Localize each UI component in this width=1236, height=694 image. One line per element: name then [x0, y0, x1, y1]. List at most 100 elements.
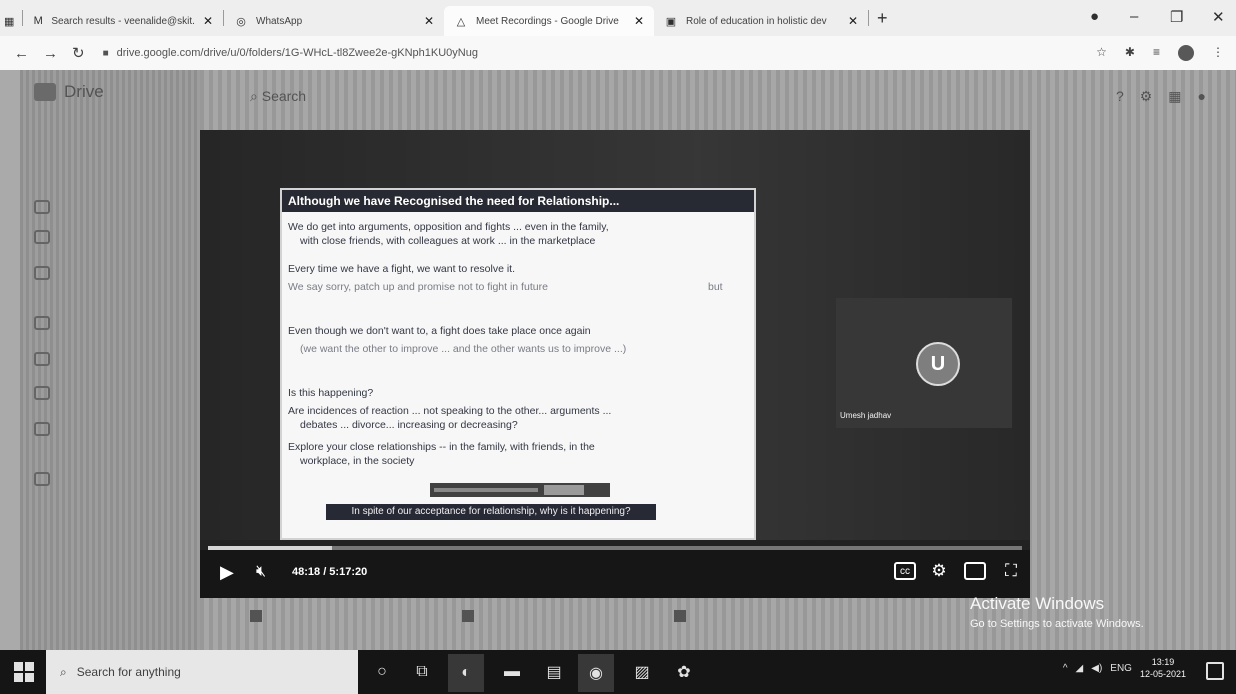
- sidebar-item[interactable]: [34, 200, 50, 214]
- whatsapp-icon: ◎: [236, 15, 246, 28]
- trash-icon: [34, 422, 50, 436]
- forward-arrow-icon[interactable]: →: [43, 45, 58, 62]
- tab-label: WhatsApp: [256, 15, 303, 27]
- drive-sidebar: Drive: [20, 70, 200, 650]
- network-icon[interactable]: ◢: [1076, 663, 1084, 674]
- progress-bar[interactable]: [208, 546, 1022, 550]
- stop-sharing-button: [544, 485, 584, 495]
- slide-line: Explore your close relationships -- in t…: [288, 441, 595, 453]
- clock[interactable]: 13:19 12-05-2021: [1140, 656, 1186, 680]
- starred-icon: [34, 386, 50, 400]
- mute-icon[interactable]: 🔇︎: [256, 562, 266, 582]
- computer-icon: [34, 230, 50, 244]
- shared-icon: [34, 266, 50, 280]
- taskbar-search[interactable]: ⌕ Search for anything: [46, 650, 358, 694]
- taskbar-app-icon[interactable]: ◐: [448, 654, 484, 692]
- restore-icon[interactable]: ❐: [1170, 8, 1183, 26]
- video-player[interactable]: Although we have Recognised the need for…: [200, 130, 1030, 598]
- tab-whatsapp[interactable]: ◎ WhatsApp ✕: [224, 6, 444, 36]
- more-icon[interactable]: ⋮: [1212, 45, 1224, 61]
- system-tray: ^ ◢ ◀) ENG 13:19 12-05-2021: [1063, 656, 1186, 680]
- slide-title: Although we have Recognised the need for…: [282, 190, 754, 212]
- drive-logo-text: Drive: [64, 82, 104, 101]
- language-indicator[interactable]: ENG: [1110, 663, 1132, 674]
- file-item[interactable]: [250, 610, 262, 622]
- toolbar-icons: ☆ ✱ ≡ ⋮: [1096, 45, 1224, 61]
- sidebar-item[interactable]: [34, 472, 50, 486]
- drive-logo-icon: [34, 83, 56, 101]
- people-icon: [34, 316, 50, 330]
- account-icon[interactable]: ●: [1198, 88, 1206, 105]
- star-icon[interactable]: ☆: [1096, 45, 1107, 61]
- chevron-up-icon[interactable]: ^: [1063, 663, 1068, 674]
- share-bar-text: [434, 488, 538, 492]
- tab-label: Meet Recordings - Google Drive: [476, 15, 619, 27]
- file-explorer-icon[interactable]: ▬: [500, 660, 524, 684]
- volume-icon[interactable]: ◀): [1091, 663, 1102, 674]
- profile-dot-icon[interactable]: ●: [1090, 8, 1099, 25]
- close-icon[interactable]: ✕: [416, 14, 434, 28]
- app-icon[interactable]: ✿: [672, 660, 696, 684]
- clock-date: 12-05-2021: [1139, 669, 1186, 679]
- close-window-icon[interactable]: ✕: [1212, 8, 1225, 26]
- miniplayer-icon[interactable]: [964, 562, 986, 580]
- tab-strip: ▦ M Search results - veenalide@skit. ✕ ◎…: [0, 0, 1236, 36]
- screen-share-bar: [430, 483, 610, 497]
- sidebar-item[interactable]: [34, 230, 50, 244]
- apps-grid-icon[interactable]: ▦: [1168, 88, 1181, 105]
- presentation-slide: Although we have Recognised the need for…: [280, 188, 756, 540]
- captions-icon[interactable]: cc: [894, 562, 916, 580]
- slide-line: Every time we have a fight, we want to r…: [288, 263, 516, 275]
- start-button[interactable]: [14, 662, 34, 682]
- play-icon[interactable]: ▶: [220, 562, 234, 582]
- search-icon: ⌕: [60, 664, 67, 679]
- photos-icon[interactable]: ▨: [630, 660, 654, 684]
- help-icon[interactable]: ?: [1116, 88, 1124, 105]
- file-icon: [462, 610, 474, 622]
- notification-icon[interactable]: [1206, 662, 1224, 680]
- tab-separator: [868, 10, 869, 26]
- file-item[interactable]: [462, 610, 474, 622]
- file-strip: [250, 610, 686, 622]
- extension-icon[interactable]: ✱: [1125, 45, 1135, 61]
- task-view-icon[interactable]: ⧉: [410, 660, 434, 684]
- sidebar-item[interactable]: [34, 316, 50, 330]
- back-arrow-icon[interactable]: ←: [14, 45, 29, 62]
- tab-search-icon[interactable]: ▦: [0, 6, 22, 36]
- sidebar-item[interactable]: [34, 352, 50, 366]
- address-bar[interactable]: ■ drive.google.com/drive/u/0/folders/1G-…: [103, 47, 478, 59]
- clock-time: 13:19: [1151, 657, 1175, 667]
- menu-list-icon[interactable]: ≡: [1153, 45, 1160, 61]
- sidebar-item[interactable]: [34, 422, 50, 436]
- file-item[interactable]: [674, 610, 686, 622]
- slide-line: debates ... divorce... increasing or dec…: [300, 419, 518, 431]
- participant-tile: U Umesh jadhav: [836, 298, 1012, 428]
- tab-drive[interactable]: △ Meet Recordings - Google Drive ✕: [444, 6, 654, 36]
- minimize-icon[interactable]: –: [1130, 8, 1138, 25]
- sidebar-item[interactable]: [34, 266, 50, 280]
- close-icon[interactable]: ✕: [840, 14, 858, 28]
- drive-header-icons: ? ⚙ ▦ ●: [1116, 88, 1206, 105]
- cortana-icon[interactable]: ○: [370, 660, 394, 684]
- new-tab-icon[interactable]: +: [877, 8, 888, 29]
- slide-line: We say sorry, patch up and promise not t…: [288, 281, 548, 293]
- close-icon[interactable]: ✕: [626, 14, 644, 28]
- close-icon[interactable]: ✕: [195, 14, 213, 28]
- tab-label: Role of education in holistic dev: [686, 15, 827, 27]
- folder-icon: [34, 200, 50, 214]
- reload-icon[interactable]: ↻: [72, 44, 85, 62]
- fullscreen-icon[interactable]: ⛶: [1000, 561, 1022, 580]
- profile-avatar[interactable]: [1178, 45, 1194, 61]
- sidebar-item[interactable]: [34, 386, 50, 400]
- tab-slides[interactable]: ▣ Role of education in holistic dev ✕: [654, 6, 868, 36]
- slide-line: with close friends, with colleagues at w…: [300, 235, 596, 247]
- gmail-icon: M: [33, 15, 43, 27]
- tab-gmail[interactable]: M Search results - veenalide@skit. ✕: [23, 6, 223, 36]
- settings-icon[interactable]: ⚙: [1140, 88, 1153, 105]
- slide-caption: In spite of our acceptance for relations…: [326, 504, 656, 520]
- store-icon[interactable]: ▤: [542, 660, 566, 684]
- url-text: drive.google.com/drive/u/0/folders/1G-WH…: [116, 47, 478, 59]
- chrome-icon[interactable]: ◉: [578, 654, 614, 692]
- settings-gear-icon[interactable]: ⚙: [928, 561, 950, 580]
- drive-search[interactable]: ⌕ Search: [250, 88, 306, 105]
